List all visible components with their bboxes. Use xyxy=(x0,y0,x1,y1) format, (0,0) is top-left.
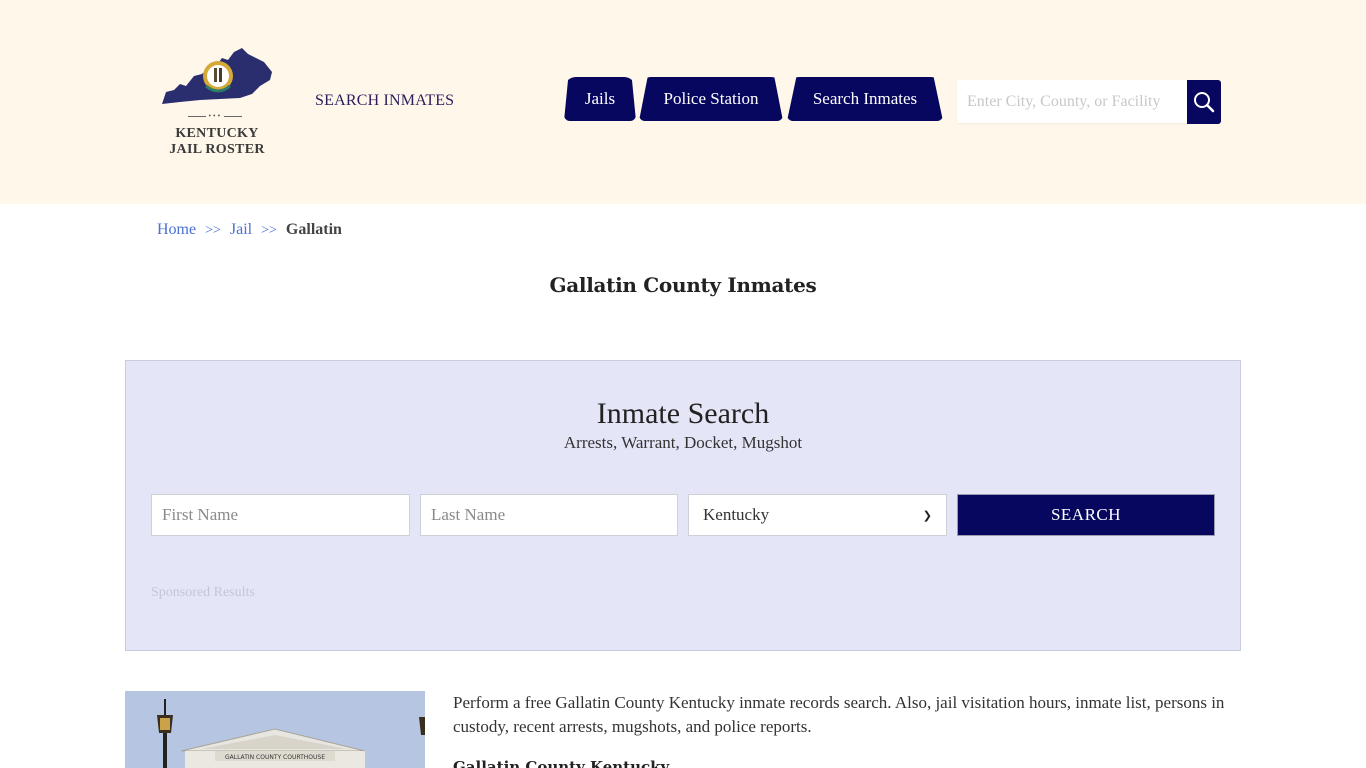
kentucky-map-icon xyxy=(162,48,272,104)
logo-divider: ••• xyxy=(188,114,242,120)
inmate-search-subtitle: Arrests, Warrant, Docket, Mugshot xyxy=(563,433,803,452)
last-name-input[interactable] xyxy=(420,494,678,536)
logo-text-line2: JAIL ROSTER xyxy=(169,142,265,157)
search-button[interactable]: SEARCH xyxy=(957,494,1215,536)
intro-paragraph: Perform a free Gallatin County Kentucky … xyxy=(453,693,1225,736)
page-title: Gallatin County Inmates xyxy=(549,273,817,297)
breadcrumb-separator: >> xyxy=(261,223,277,238)
courthouse-image: GALLATIN COUNTY COURTHOUSE xyxy=(125,691,425,768)
breadcrumb-separator: >> xyxy=(205,223,221,238)
sponsored-results-label: Sponsored Results xyxy=(151,585,255,600)
logo-text-line1: KENTUCKY xyxy=(175,126,259,141)
breadcrumb-jail[interactable]: Jail xyxy=(230,221,252,238)
search-icon xyxy=(1194,92,1215,113)
chevron-down-icon: ❯ xyxy=(922,509,932,522)
site-logo[interactable]: ••• KENTUCKY JAIL ROSTER xyxy=(160,46,278,162)
breadcrumb: Home >> Jail >> Gallatin xyxy=(157,221,342,239)
courthouse-sign: GALLATIN COUNTY COURTHOUSE xyxy=(225,754,325,761)
logo-text: KENTUCKY JAIL ROSTER xyxy=(160,126,274,158)
state-select[interactable]: Kentucky ❯ xyxy=(688,494,947,536)
section-subheading: Gallatin County Kentucky xyxy=(453,758,670,768)
nav-tab-search-inmates[interactable]: Search Inmates xyxy=(787,77,943,121)
search-inmates-link[interactable]: SEARCH INMATES xyxy=(315,92,454,110)
breadcrumb-current: Gallatin xyxy=(285,221,342,238)
inmate-search-panel: Inmate Search Arrests, Warrant, Docket, … xyxy=(125,360,1241,651)
first-name-input[interactable] xyxy=(151,494,410,536)
state-select-value: Kentucky xyxy=(703,505,770,524)
inmate-search-title: Inmate Search xyxy=(596,397,770,430)
courthouse-photo: GALLATIN COUNTY COURTHOUSE xyxy=(125,691,425,768)
facility-search-input[interactable] xyxy=(957,80,1187,123)
breadcrumb-home[interactable]: Home xyxy=(157,221,196,238)
site-header: ••• KENTUCKY JAIL ROSTER SEARCH INMATES … xyxy=(0,0,1366,204)
facility-search-button[interactable] xyxy=(1187,80,1221,124)
nav-tab-jails[interactable]: Jails xyxy=(564,77,636,121)
nav-tab-police-station[interactable]: Police Station xyxy=(639,77,783,121)
